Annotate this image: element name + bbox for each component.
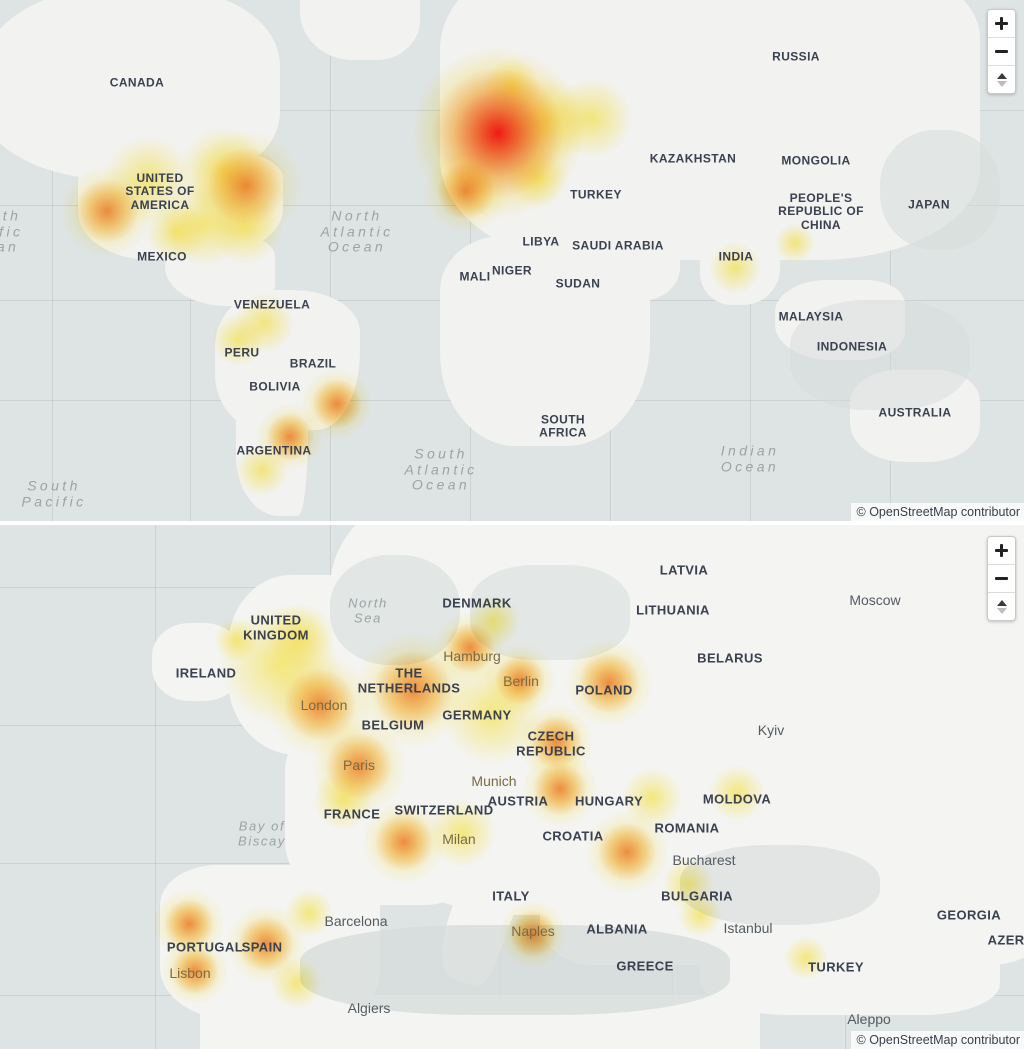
world-zoom-controls[interactable]	[987, 9, 1016, 94]
minus-icon	[995, 45, 1008, 58]
landmass-india	[700, 225, 780, 305]
world-map-panel[interactable]: CANADA UNITED STATES OF AMERICA MEXICO VENE…	[0, 0, 1024, 521]
continental-shelf	[790, 300, 970, 410]
world-attribution[interactable]: © OpenStreetMap contributor	[850, 503, 1024, 521]
compass-south-icon	[996, 80, 1007, 87]
plus-icon	[995, 17, 1008, 30]
graticule-line	[155, 525, 156, 1049]
zoom-out-button[interactable]	[988, 565, 1015, 593]
continental-shelf	[880, 130, 1000, 250]
minus-icon	[995, 572, 1008, 585]
sea-mediterranean	[300, 925, 730, 1015]
compass-reset-button[interactable]	[988, 593, 1015, 620]
sea-north-sea	[330, 555, 460, 665]
europe-basemap	[0, 525, 1024, 1049]
europe-map-panel[interactable]: IRELAND UNITED KINGDOM DENMARK LATVIA LITHUA…	[0, 525, 1024, 1049]
zoom-out-button[interactable]	[988, 38, 1015, 66]
compass-south-icon	[996, 607, 1007, 614]
compass-north-icon	[996, 599, 1007, 606]
landmass-ireland	[152, 623, 242, 701]
zoom-in-button[interactable]	[988, 537, 1015, 565]
plus-icon	[995, 544, 1008, 557]
compass-reset-button[interactable]	[988, 66, 1015, 93]
compass-north-icon	[996, 72, 1007, 79]
zoom-in-button[interactable]	[988, 10, 1015, 38]
graticule-line	[330, 0, 331, 521]
sea-black-sea	[680, 845, 880, 925]
dual-map-view: CANADA UNITED STATES OF AMERICA MEXICO VENE…	[0, 0, 1024, 1049]
sea-baltic	[470, 565, 630, 660]
landmass-arabia	[590, 225, 680, 301]
europe-zoom-controls[interactable]	[987, 536, 1016, 621]
europe-attribution[interactable]: © OpenStreetMap contributor	[850, 1031, 1024, 1049]
world-basemap	[0, 0, 1024, 521]
